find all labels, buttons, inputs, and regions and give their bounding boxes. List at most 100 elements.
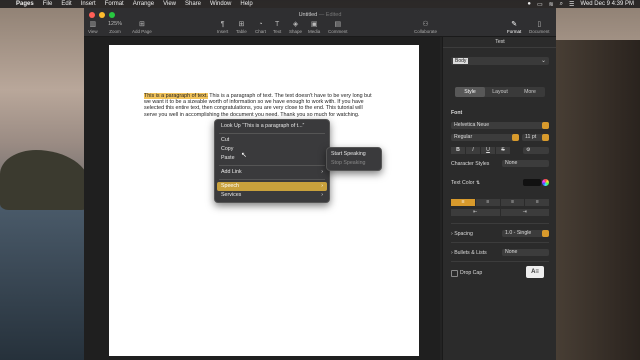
menu-pages[interactable]: Pages xyxy=(16,1,34,7)
title-text: Untitled xyxy=(298,12,318,18)
format-inspector: Text Body ⌄ Style Layout More Font Helve… xyxy=(442,37,556,360)
context-menu: Look Up “This is a paragraph of t...” Cu… xyxy=(214,119,330,203)
text-color-label: Text Color ⇅ xyxy=(451,180,480,186)
media-icon: ▣ xyxy=(310,21,318,28)
segment-layout[interactable]: Layout xyxy=(485,87,515,97)
menu-item-services[interactable]: Services › xyxy=(215,191,329,200)
spacing-value: 1.0 - Single xyxy=(505,230,532,236)
wallpaper-island xyxy=(0,150,90,210)
add-page-icon: ⊞ xyxy=(138,21,145,28)
format-button[interactable]: ✎ Format xyxy=(507,20,521,34)
font-family-popup[interactable]: Helvetica Neue xyxy=(451,122,549,129)
media-button[interactable]: ▣ Media xyxy=(308,20,320,34)
menu-item-stop-speaking: Stop Speaking xyxy=(331,160,366,166)
zoom-value: 125% xyxy=(108,21,123,27)
font-weight-value: Regular xyxy=(454,134,473,140)
increase-indent-button[interactable]: ⇥ xyxy=(500,209,549,216)
spacing-text: Spacing xyxy=(454,231,473,237)
menu-window[interactable]: Window xyxy=(210,1,231,7)
monitor-icon[interactable]: ▭ xyxy=(537,1,543,8)
text-inspector-segments: Style Layout More xyxy=(455,87,545,97)
menu-item-cut[interactable]: Cut xyxy=(215,136,329,145)
character-styles-popup[interactable]: None xyxy=(502,160,549,167)
menu-item-paste[interactable]: Paste xyxy=(215,154,329,163)
menu-share[interactable]: Share xyxy=(185,1,201,7)
menu-view[interactable]: View xyxy=(163,1,176,7)
document-button[interactable]: ▯ Document xyxy=(529,20,550,34)
bullets-label[interactable]: › Bullets & Lists xyxy=(451,250,487,256)
segment-more[interactable]: More xyxy=(515,87,545,97)
segment-style[interactable]: Style xyxy=(455,87,485,97)
collaborate-label: Collaborate xyxy=(414,29,438,34)
color-wheel-icon[interactable] xyxy=(542,179,549,186)
menu-edit[interactable]: Edit xyxy=(61,1,71,7)
text-box-icon: T xyxy=(274,21,280,28)
text-color-well[interactable] xyxy=(523,179,541,186)
align-center-button[interactable]: ≡ xyxy=(475,199,500,206)
spacing-label[interactable]: › Spacing xyxy=(451,231,473,237)
record-icon[interactable]: ● xyxy=(527,1,531,7)
text-color-text: Text Color xyxy=(451,180,475,186)
insert-label: Insert xyxy=(217,29,229,34)
gear-icon: ⚙ xyxy=(526,147,531,153)
spotlight-icon[interactable]: ⌕ xyxy=(560,1,563,8)
shape-button[interactable]: ◈ Shape xyxy=(289,20,302,34)
add-link-label: Add Link xyxy=(221,169,242,175)
menu-item-add-link[interactable]: Add Link › xyxy=(215,168,329,177)
shape-label: Shape xyxy=(289,29,303,34)
menu-arrange[interactable]: Arrange xyxy=(133,1,154,7)
character-styles-label: Character Styles xyxy=(451,161,490,167)
underline-button[interactable]: U xyxy=(481,147,495,154)
spacing-popup[interactable]: 1.0 - Single xyxy=(502,230,549,237)
bullets-popup[interactable]: None xyxy=(502,249,549,256)
wallpaper-sea xyxy=(0,185,90,360)
menu-insert[interactable]: Insert xyxy=(81,1,96,7)
menu-separator xyxy=(219,165,325,166)
wifi-icon[interactable]: ≋ xyxy=(549,1,554,8)
paragraph-style-popup[interactable]: Body ⌄ xyxy=(451,57,549,65)
divider xyxy=(451,242,549,243)
selected-text[interactable]: This is a paragraph of text. xyxy=(144,93,208,99)
body-paragraph[interactable]: This is a paragraph of text. This is a p… xyxy=(144,93,374,118)
menu-item-speech[interactable]: Speech › xyxy=(217,182,327,191)
divider xyxy=(451,261,549,262)
menu-item-copy[interactable]: Copy xyxy=(215,145,329,154)
font-heading: Font xyxy=(451,110,463,116)
paragraph-style-value: Body xyxy=(453,58,469,64)
collaborate-button[interactable]: ⚇ Collaborate xyxy=(414,20,437,34)
comment-button[interactable]: ▤ Comment xyxy=(328,20,348,34)
menu-clock[interactable]: Wed Dec 9 4:39 PM xyxy=(580,1,634,7)
justify-button[interactable]: ≡ xyxy=(525,199,549,206)
menu-bar: Pages File Edit Insert Format Arrange Vi… xyxy=(0,0,640,8)
decrease-indent-button[interactable]: ⇤ xyxy=(451,209,500,216)
menu-item-look-up[interactable]: Look Up “This is a paragraph of t...” xyxy=(215,122,329,131)
align-left-button[interactable]: ≡ xyxy=(451,199,475,206)
strikethrough-button[interactable]: S xyxy=(496,147,510,154)
menu-help[interactable]: Help xyxy=(240,1,252,7)
mouse-cursor-icon: ↖ xyxy=(241,152,247,159)
disclosure-icon: › xyxy=(451,250,453,256)
drop-cap-checkbox[interactable] xyxy=(451,270,458,277)
zoom-button[interactable]: 125% Zoom xyxy=(108,20,122,34)
chart-button[interactable]: ◔ Chart xyxy=(255,20,266,34)
italic-button[interactable]: I xyxy=(466,147,480,154)
view-button[interactable]: ▥ View xyxy=(88,20,98,34)
inspector-tab-text[interactable]: Text xyxy=(443,37,556,48)
menu-item-start-speaking[interactable]: Start Speaking xyxy=(327,150,381,159)
insert-button[interactable]: ¶ Insert xyxy=(217,20,228,34)
table-button[interactable]: ⊞ Table xyxy=(236,20,247,34)
menu-format[interactable]: Format xyxy=(105,1,124,7)
bullets-value: None xyxy=(505,249,518,255)
control-center-icon[interactable]: ☰ xyxy=(569,1,574,8)
font-weight-popup[interactable]: Regular xyxy=(451,134,519,141)
align-right-button[interactable]: ≡ xyxy=(500,199,525,206)
insert-icon: ¶ xyxy=(220,21,225,28)
menu-file[interactable]: File xyxy=(43,1,53,7)
drop-cap-style-preview[interactable]: A≡ xyxy=(526,266,544,278)
text-button[interactable]: T Text xyxy=(273,20,281,34)
menu-separator xyxy=(219,179,325,180)
bold-button[interactable]: B xyxy=(451,147,465,154)
add-page-button[interactable]: ⊞ Add Page xyxy=(132,20,152,34)
advanced-options-button[interactable]: ⚙ xyxy=(523,147,549,154)
font-size-stepper[interactable]: 11 pt xyxy=(522,134,549,141)
